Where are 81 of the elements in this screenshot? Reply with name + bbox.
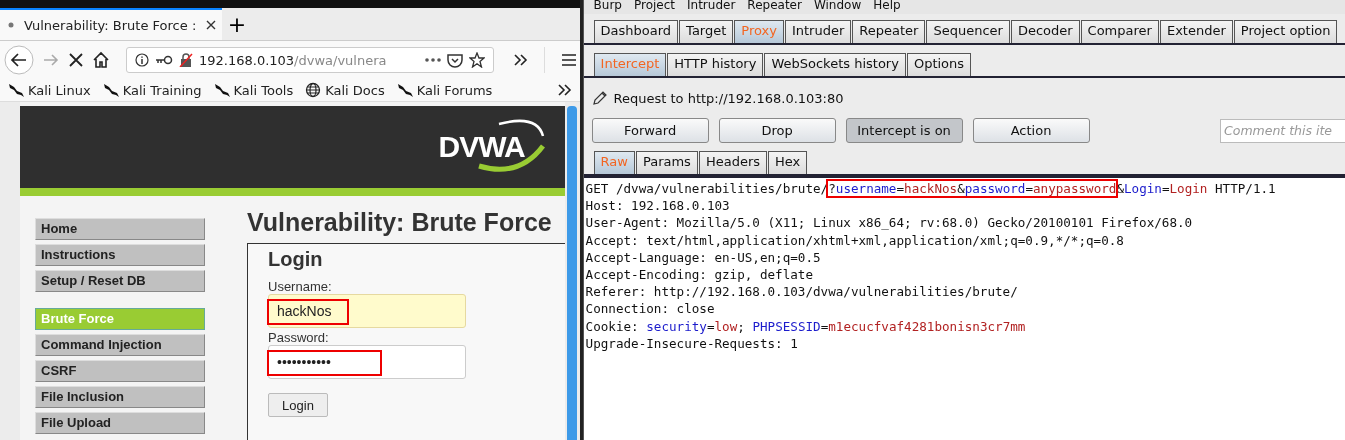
tab[interactable]: Hex: [768, 151, 808, 174]
more-icon[interactable]: [425, 58, 441, 62]
request-editor[interactable]: [583, 176, 1345, 440]
menu-item[interactable]: Command Injection: [35, 334, 205, 356]
page-heading: Vulnerability: Brute Force: [247, 208, 553, 237]
tab[interactable]: Comparer: [1080, 20, 1159, 43]
request-line: Accept-Language: en-US,en;q=0.5: [585, 248, 821, 266]
bookmark-item[interactable]: Kali Tools: [213, 82, 294, 98]
tab[interactable]: WebSockets history: [764, 53, 906, 76]
overflow-chevrons-icon[interactable]: [513, 54, 528, 66]
toolbar-button[interactable]: Drop: [718, 118, 836, 143]
globe-icon: [305, 82, 322, 98]
bookmark-item[interactable]: Kali Forums: [396, 82, 493, 98]
menu-item[interactable]: Window: [813, 0, 862, 14]
request-line: Accept-Encoding: gzip, deflate: [585, 266, 814, 284]
menu-icon[interactable]: [561, 54, 576, 66]
page-dot-icon: [8, 22, 14, 28]
close-icon[interactable]: [206, 20, 217, 30]
tab[interactable]: Target: [679, 20, 734, 43]
tab[interactable]: Dashboard: [593, 20, 679, 43]
menu-item[interactable]: File Upload: [35, 412, 205, 434]
request-line: Referer: http://192.168.0.103/dvwa/vulnerabilities/brute/: [585, 283, 1018, 301]
tab[interactable]: Params: [635, 151, 698, 174]
request-line: Upgrade-Insecure-Requests: 1: [585, 334, 798, 353]
tab[interactable]: Repeater: [852, 20, 926, 43]
tab[interactable]: HTTP history: [667, 53, 764, 76]
tab[interactable]: Project option: [1233, 20, 1338, 43]
menu-item[interactable]: Project: [633, 0, 675, 14]
login-title: Login: [268, 248, 324, 271]
info-icon: [135, 53, 149, 67]
menu-item[interactable]: Instructions: [35, 244, 205, 266]
menu-item[interactable]: Help: [873, 0, 901, 14]
field-label: Password:: [268, 330, 330, 345]
tab[interactable]: Decoder: [1010, 20, 1080, 43]
menu-item[interactable]: Repeater: [747, 0, 802, 14]
input-field[interactable]: •••••••••••: [268, 345, 466, 379]
overflow-chevrons-icon[interactable]: [557, 84, 572, 96]
stop-icon[interactable]: [68, 52, 84, 68]
field-value: •••••••••••: [277, 354, 331, 370]
url-text: 192.168.0.103/dvwa/vulnera: [199, 52, 388, 68]
request-line: Connection: close: [585, 300, 715, 318]
tab[interactable]: Sequencer: [926, 20, 1010, 43]
login-button[interactable]: Login: [268, 393, 328, 417]
star-icon[interactable]: [469, 52, 485, 68]
request-line: Accept: text/html,application/xhtml+xml,application/xml;q=0.9,*/*;q=0.8: [585, 231, 1124, 249]
tab[interactable]: Extender: [1159, 20, 1233, 43]
toolbar-button[interactable]: Forward: [591, 118, 709, 143]
pocket-icon[interactable]: [447, 52, 463, 68]
bookmark-item[interactable]: Kali Training: [102, 82, 202, 98]
comment-field[interactable]: Comment this ite: [1220, 118, 1345, 143]
tab[interactable]: Intruder: [784, 20, 852, 43]
menu-item[interactable]: Burp: [593, 0, 622, 14]
toolbar-button[interactable]: Intercept is on: [845, 118, 963, 143]
dvwa-logo: DVWA: [438, 116, 551, 178]
menu-item[interactable]: File Inclusion: [35, 386, 205, 408]
home-icon[interactable]: [92, 51, 110, 69]
menu-item[interactable]: Intruder: [687, 0, 736, 14]
menu-item[interactable]: Home: [35, 218, 205, 240]
address-bar[interactable]: 192.168.0.103/dvwa/vulnera: [126, 47, 494, 73]
insecure-lock-icon: [179, 53, 193, 67]
request-line: Host: 192.168.0.103: [585, 197, 730, 215]
request-line: User-Agent: Mozilla/5.0 (X11; Linux x86_64; rv:68.0) Gecko/20100101 Firefox/68.0: [585, 214, 1193, 232]
request-target: Request to http://192.168.0.103:80: [613, 90, 844, 106]
input-field[interactable]: hackNos: [268, 294, 466, 328]
back-icon[interactable]: [4, 45, 34, 75]
pencil-icon: [591, 90, 608, 106]
bookmark-item[interactable]: Kali Linux: [8, 82, 91, 98]
field-value: hackNos: [277, 303, 332, 319]
toolbar-button[interactable]: Action: [972, 118, 1090, 143]
scrollbar[interactable]: [566, 106, 577, 440]
browser-tab[interactable]: Vulnerability: Brute Force :: [0, 8, 222, 40]
key-icon: [155, 55, 173, 65]
menu-item[interactable]: Setup / Reset DB: [35, 270, 205, 292]
request-line: Cookie: security=low; PHPSESSID=m1ecucfvaf4281bonisn3cr7mm: [585, 317, 1026, 335]
tab[interactable]: Headers: [698, 151, 767, 174]
new-tab-button[interactable]: +: [222, 8, 252, 40]
tab-title: Vulnerability: Brute Force :: [24, 17, 197, 33]
menu-item[interactable]: CSRF: [35, 360, 205, 382]
tab[interactable]: Options: [906, 53, 972, 76]
bookmark-item[interactable]: Kali Docs: [305, 82, 385, 98]
field-label: Username:: [268, 279, 333, 294]
